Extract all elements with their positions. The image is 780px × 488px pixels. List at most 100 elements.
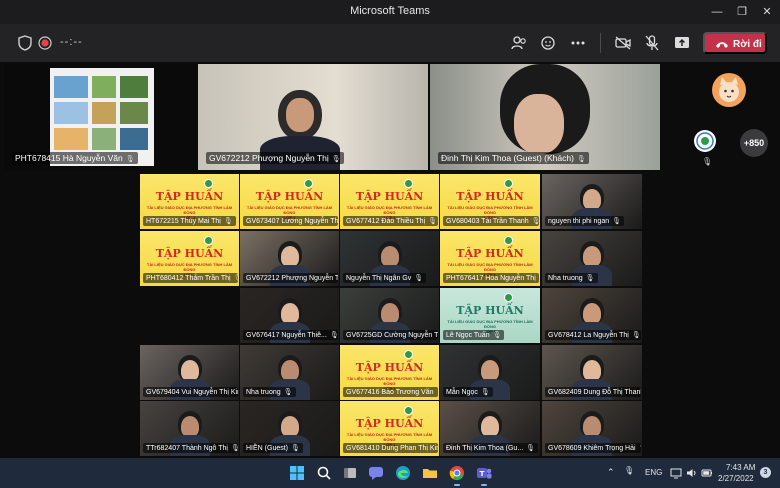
- file-explorer-icon[interactable]: [422, 465, 438, 481]
- camera-off-icon[interactable]: [614, 34, 632, 52]
- close-button[interactable]: ✕: [758, 3, 776, 21]
- meeting-timer: --:--: [60, 36, 83, 48]
- video-tile[interactable]: TTr682407 Thành Ngô Thị 🎙: [140, 401, 239, 456]
- share-screen-icon[interactable]: [673, 34, 691, 52]
- people-icon[interactable]: [510, 34, 528, 52]
- participant-face: [514, 94, 564, 154]
- video-tile[interactable]: TẬP HUẤN TÀI LIỆU GIÁO DỤC ĐỊA PHƯƠNG TỈN…: [140, 231, 239, 286]
- video-tile[interactable]: GV682409 Dung Đỗ Thị Thanh🎙: [542, 345, 642, 400]
- minimize-button[interactable]: —: [708, 3, 726, 21]
- mic-off-icon: 🎙: [414, 275, 424, 282]
- participant-name: GV676417 Nguyễn Thiê... 🎙: [243, 330, 339, 340]
- show-hidden-icons-icon[interactable]: ⌃: [607, 467, 615, 478]
- more-options-icon[interactable]: [569, 34, 587, 52]
- video-tile[interactable]: GV679404 Vui Nguyễn Thị Kim🎙: [140, 345, 239, 400]
- task-view-icon[interactable]: [342, 465, 358, 481]
- video-tile[interactable]: GV678412 La Nguyễn Thị 🎙: [542, 288, 642, 343]
- participant-name: Đinh Thị Kim Thoa (Gu... 🎙: [443, 443, 539, 453]
- mic-off-icon: 🎙: [125, 156, 135, 163]
- video-tile[interactable]: TẬP HUẤN TÀI LIỆU GIÁO DỤC ĐỊA PHƯƠNG TỈN…: [340, 345, 439, 400]
- edge-icon[interactable]: [395, 465, 411, 481]
- mic-off-icon[interactable]: [643, 34, 661, 52]
- clock-time[interactable]: 7:43 AM: [726, 463, 755, 472]
- avatar[interactable]: [712, 73, 746, 107]
- search-icon[interactable]: [316, 465, 332, 481]
- poster-header-text: [346, 405, 380, 415]
- windows-start-icon[interactable]: [289, 465, 305, 481]
- video-tile[interactable]: TẬP HUẤN TÀI LIỆU GIÁO DỤC ĐỊA PHƯƠNG TỈN…: [340, 174, 439, 229]
- participant-face: [583, 303, 601, 324]
- video-tile[interactable]: TẬP HUẤN TÀI LIỆU GIÁO DỤC ĐỊA PHƯƠNG TỈN…: [440, 174, 540, 229]
- mic-off-icon: 🎙: [331, 156, 341, 163]
- participant-face: [280, 416, 299, 437]
- running-indicator: [481, 484, 487, 486]
- video-tile[interactable]: Nha truong 🎙: [240, 345, 339, 400]
- video-tile[interactable]: GV6725GD Cường Nguyễn Thế🎙: [340, 288, 439, 343]
- participant-name: GV672212 Phượng Nguyễn Thị🎙: [243, 273, 339, 283]
- mic-off-icon: 🎙: [283, 389, 293, 396]
- poster-header-text: [446, 235, 480, 245]
- video-tile[interactable]: Nha truong 🎙: [542, 231, 642, 286]
- notification-badge[interactable]: 3: [760, 467, 771, 478]
- participant-face: [280, 303, 299, 324]
- video-tile[interactable]: Nguyễn Thị Ngân Gv 🎙: [340, 231, 439, 286]
- video-tile[interactable]: PHT678415 Hà Nguyễn Văn 🎙: [4, 64, 196, 170]
- mic-off-icon: 🎙: [291, 445, 300, 452]
- mic-off-icon: 🎙: [480, 389, 490, 396]
- poster-title: TẬP HUẤN: [155, 190, 224, 203]
- participant-face: [481, 360, 499, 381]
- participant-name: GV678609 Khiêm Trọng Hải🎙: [545, 443, 641, 453]
- video-tile[interactable]: GV672212 Phượng Nguyễn Thị🎙: [198, 64, 428, 170]
- participant-face: [286, 98, 314, 132]
- battery-icon[interactable]: [701, 467, 713, 479]
- participant-face: [380, 303, 399, 324]
- phone-hangup-icon: [716, 42, 728, 48]
- clock-date[interactable]: 2/27/2022: [718, 474, 754, 483]
- mic-off-icon: 🎙: [233, 275, 239, 282]
- poster-title: TẬP HUẤN: [355, 361, 424, 374]
- poster-title: TẬP HUẤN: [355, 417, 424, 430]
- video-tile[interactable]: nguyen thi phi ngan 🎙: [542, 174, 642, 229]
- video-tile[interactable]: GV672212 Phượng Nguyễn Thị🎙: [240, 231, 339, 286]
- participant-name: PHT676417 Hoa Nguyễn Thị🎙: [443, 273, 539, 283]
- mic-off-icon: 🎙: [585, 275, 595, 282]
- video-tile[interactable]: TẬP HUẤN TÀI LIỆU GIÁO DỤC ĐỊA PHƯƠNG TỈN…: [140, 174, 239, 229]
- volume-icon[interactable]: [686, 467, 698, 479]
- participant-name: Nguyễn Thị Ngân Gv 🎙: [343, 273, 427, 283]
- video-tile[interactable]: TẬP HUẤN TÀI LIỆU GIÁO DỤC ĐỊA PHƯƠNG TỈN…: [240, 174, 339, 229]
- mic-in-use-icon[interactable]: 🎙: [624, 466, 634, 475]
- video-tile[interactable]: GV676417 Nguyễn Thiê... 🎙: [240, 288, 339, 343]
- maximize-button[interactable]: ❐: [733, 3, 751, 21]
- meeting-toolbar: --:-- Rời đi: [0, 24, 780, 62]
- participant-name: GV6725GD Cường Nguyễn Thế🎙: [343, 330, 439, 340]
- video-tile[interactable]: TẬP HUẤN TÀI LIỆU GIÁO DỤC ĐỊA PHƯƠNG TỈN…: [440, 288, 540, 343]
- video-tile[interactable]: HIỀN (Guest) 🎙: [240, 401, 339, 456]
- video-tile[interactable]: Mẫn Ngọc 🎙: [440, 345, 540, 400]
- participant-face: [380, 246, 399, 267]
- video-tile[interactable]: Đinh Thị Kim Thoa (Gu... 🎙: [440, 401, 540, 456]
- chat-icon[interactable]: [368, 465, 384, 481]
- more-participants-button[interactable]: +850: [740, 129, 768, 157]
- poster-title: TẬP HUẤN: [456, 190, 524, 203]
- svg-text:T: T: [480, 470, 485, 478]
- reactions-icon[interactable]: [540, 34, 558, 52]
- video-tile[interactable]: GV678609 Khiêm Trọng Hải🎙: [542, 401, 642, 456]
- display-icon[interactable]: [670, 467, 682, 479]
- video-tile[interactable]: TẬP HUẤN TÀI LIỆU GIÁO DỤC ĐỊA PHƯƠNG TỈN…: [340, 401, 439, 456]
- input-language[interactable]: ENG: [645, 468, 662, 477]
- participant-name: nguyen thi phi ngan 🎙: [545, 216, 624, 226]
- avatar[interactable]: [694, 130, 716, 152]
- poster-logo-icon: [303, 179, 313, 188]
- participant-name: PHT680412 Thắm Trần Thị 🎙: [143, 273, 239, 283]
- mic-off-icon: 🎙: [329, 332, 339, 339]
- participant-name: HIỀN (Guest) 🎙: [243, 443, 303, 453]
- video-tile[interactable]: TẬP HUẤN TÀI LIỆU GIÁO DỤC ĐỊA PHƯƠNG TỈN…: [440, 231, 540, 286]
- poster-header-text: [346, 349, 380, 359]
- poster-title: TẬP HUẤN: [255, 190, 324, 203]
- participant-face: [280, 360, 299, 381]
- teams-icon[interactable]: T: [476, 465, 492, 481]
- video-tile[interactable]: Đinh Thị Kim Thoa (Guest) (Khách) 🎙: [430, 64, 660, 170]
- leave-button[interactable]: Rời đi: [703, 32, 767, 54]
- chrome-icon[interactable]: [449, 465, 465, 481]
- mic-off-icon: 🎙: [428, 218, 438, 225]
